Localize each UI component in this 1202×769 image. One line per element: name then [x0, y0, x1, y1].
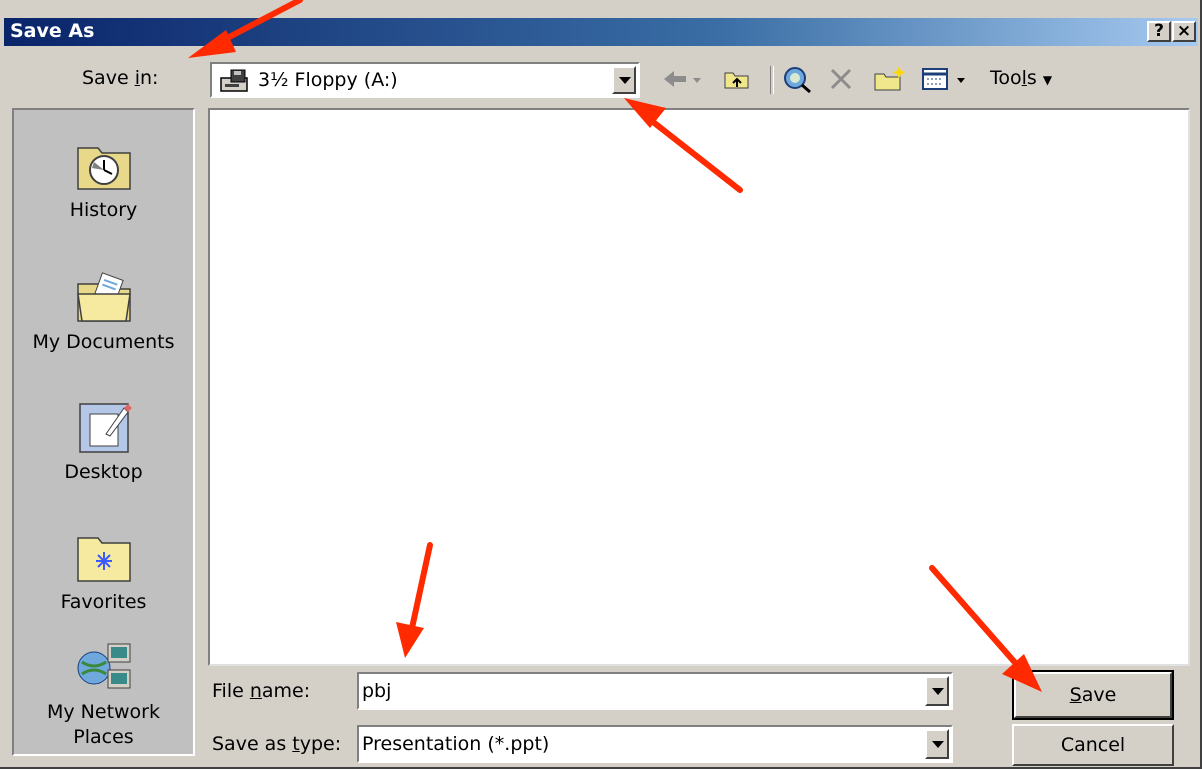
tools-menu[interactable]: Tools ▼ [990, 67, 1052, 89]
places-label: My Documents [32, 331, 175, 353]
places-label: Desktop [64, 461, 143, 483]
places-item-my-documents[interactable]: My Documents [14, 270, 193, 355]
save-in-dropdown[interactable]: 3½ Floppy (A:) [210, 62, 640, 98]
places-bar: History My Documents Desktop Favorites M… [12, 108, 195, 756]
places-label: History [69, 199, 138, 221]
my-documents-icon [76, 272, 131, 322]
history-icon [76, 147, 131, 190]
close-button[interactable]: × [1172, 21, 1196, 42]
file-list[interactable] [208, 108, 1190, 666]
save-in-label: Save in: [82, 67, 159, 89]
places-label: My Network Places [46, 701, 160, 748]
new-folder-icon[interactable] [872, 64, 908, 94]
file-name-dropdown-button[interactable] [925, 676, 949, 706]
places-item-favorites[interactable]: Favorites [14, 530, 193, 615]
floppy-drive-icon [220, 69, 248, 92]
file-name-field[interactable]: pbj [357, 672, 953, 710]
desktop-icon [78, 403, 132, 453]
places-item-desktop[interactable]: Desktop [14, 400, 193, 485]
save-button[interactable]: Save [1012, 670, 1174, 720]
file-name-value: pbj [362, 680, 392, 702]
places-item-my-network-places[interactable]: My Network Places [14, 640, 193, 750]
places-label: Favorites [60, 591, 147, 613]
save-as-type-value: Presentation (*.ppt) [362, 733, 550, 755]
back-icon[interactable] [660, 64, 704, 94]
views-icon[interactable] [920, 64, 980, 94]
places-item-history[interactable]: History [14, 138, 193, 223]
up-one-level-icon[interactable] [722, 64, 752, 94]
favorites-icon [76, 537, 131, 582]
file-name-label: File name: [212, 680, 311, 702]
save-as-type-dropdown-button[interactable] [925, 729, 949, 759]
save-in-dropdown-button[interactable] [612, 66, 636, 94]
save-as-type-label: Save as type: [212, 733, 342, 755]
network-places-icon [77, 643, 130, 689]
search-web-icon[interactable] [780, 64, 814, 94]
delete-icon[interactable] [826, 64, 856, 94]
save-as-dialog: Save As ? × Save in: 3½ Floppy (A:) Tool… [0, 0, 1202, 769]
window-title: Save As [10, 20, 95, 42]
chevron-down-icon: ▼ [1042, 73, 1053, 87]
save-in-value: 3½ Floppy (A:) [258, 69, 398, 91]
help-button[interactable]: ? [1147, 21, 1171, 42]
title-bar[interactable]: Save As ? × [4, 18, 1198, 46]
save-as-type-dropdown[interactable]: Presentation (*.ppt) [357, 725, 953, 763]
cancel-button[interactable]: Cancel [1012, 724, 1174, 766]
